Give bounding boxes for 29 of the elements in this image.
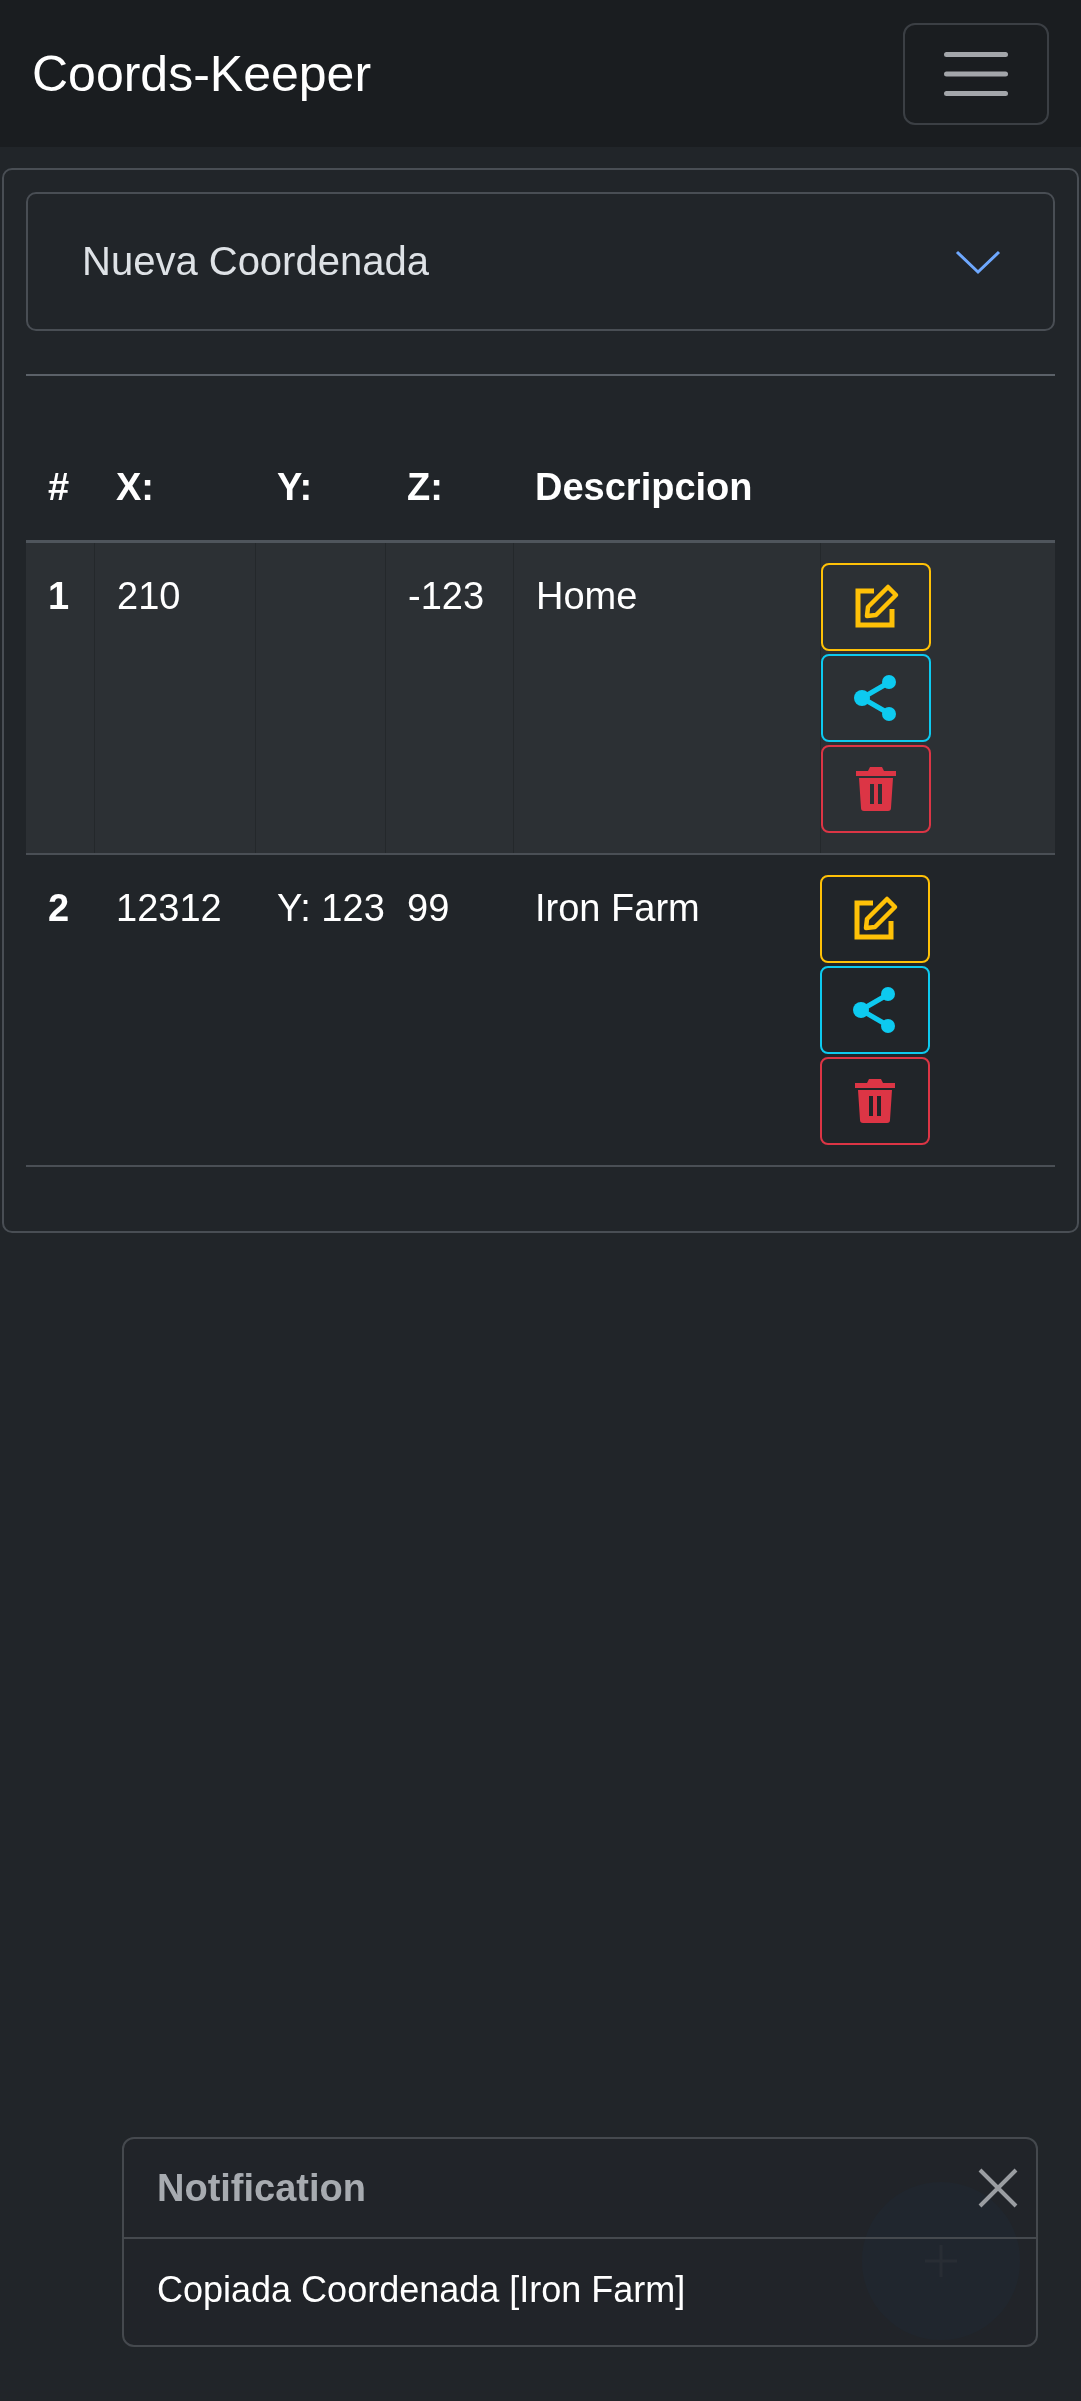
delete-button[interactable] (820, 1057, 930, 1145)
row-number: 1 (47, 574, 71, 619)
share-button[interactable] (821, 654, 931, 742)
column-header: X: (115, 465, 155, 510)
notification-title: Notification (157, 2166, 366, 2210)
column-header: Descripcion (534, 465, 754, 510)
table-cell: 210 (94, 543, 255, 853)
edit-button[interactable] (821, 563, 931, 651)
row-number: 2 (47, 886, 71, 931)
delete-button[interactable] (821, 745, 931, 833)
menu-button[interactable] (903, 22, 1049, 125)
close-icon (978, 2168, 1018, 2208)
table-cell: Home (513, 543, 820, 853)
table-cell-text: 99 (406, 886, 451, 931)
accordion-button[interactable]: Nueva Coordenada (26, 192, 1055, 331)
share-button[interactable] (820, 966, 930, 1054)
table-cell-text: 12312 (115, 886, 223, 931)
notification-message: Copiada Coordenada [Iron Farm] (156, 2268, 687, 2312)
column-header: Y: (276, 465, 314, 510)
menu-icon (944, 50, 1008, 97)
table-cell: -123 (385, 543, 513, 853)
column-header: # (47, 465, 71, 510)
column-header: Z: (406, 465, 444, 510)
edit-button[interactable] (820, 875, 930, 963)
chevron-icon (955, 248, 1001, 275)
close-button[interactable] (978, 2168, 1018, 2208)
table-cell: Y: 123 (277, 887, 385, 929)
app-title[interactable]: Coords-Keeper (32, 44, 372, 103)
table-cell-text: Iron Farm (534, 886, 701, 931)
